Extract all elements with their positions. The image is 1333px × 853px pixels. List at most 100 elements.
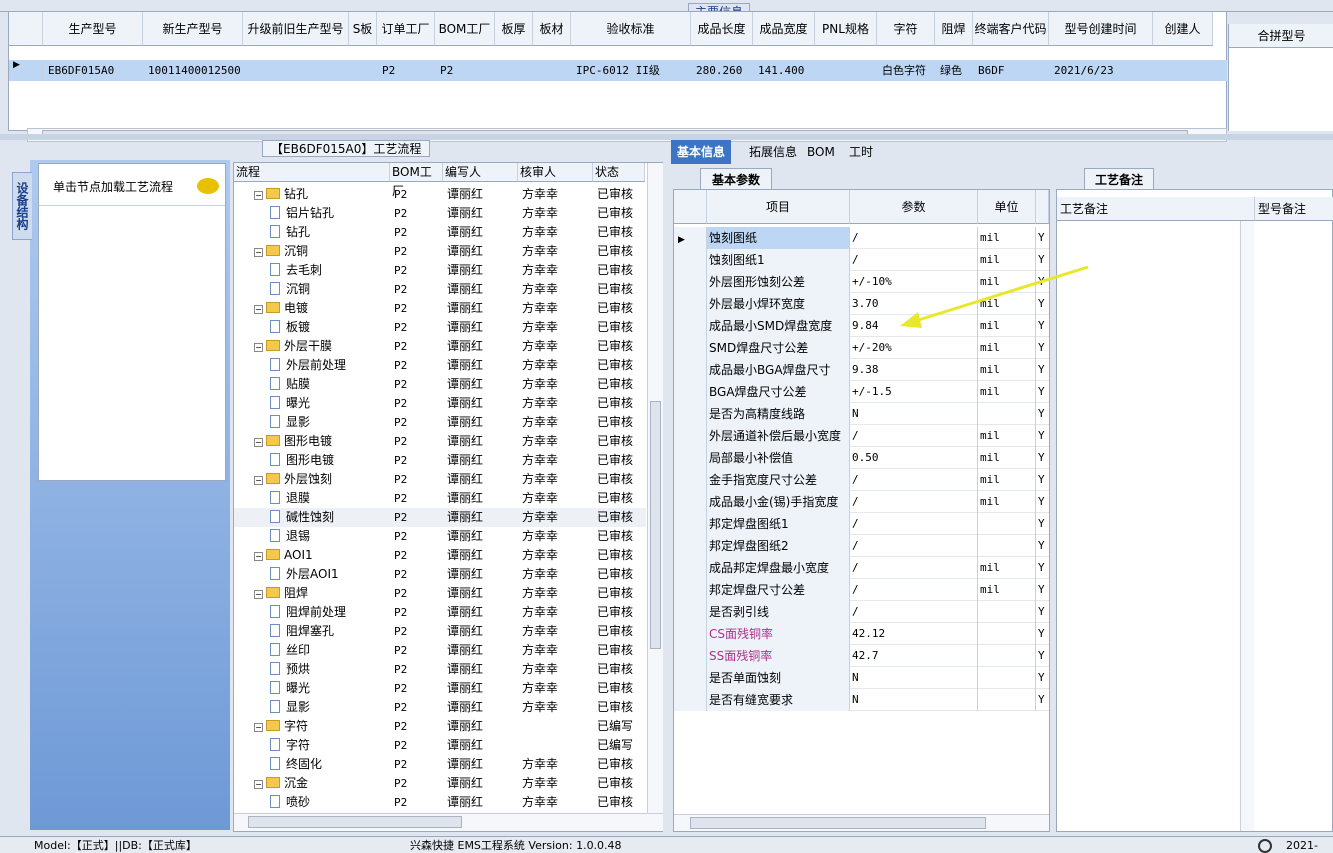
basic-param-row[interactable]: 是否有缝宽要求 N Y [674,689,1049,711]
basic-param-row[interactable]: CS面残铜率 42.12 Y [674,623,1049,645]
row-selector[interactable] [674,601,707,623]
main-info-cell[interactable]: 绿色 [937,60,973,81]
process-column-header[interactable]: BOM工厂 [390,163,443,198]
basic-param-row[interactable]: SS面残铜率 42.7 Y [674,645,1049,667]
row-selector[interactable] [674,535,707,557]
main-info-cell[interactable] [535,60,571,81]
column-header[interactable]: 成品长度 [691,12,753,46]
process-row[interactable]: 喷砂 P2 谭丽红 方幸幸 已审核 [234,793,646,812]
column-header[interactable]: 字符 [877,12,935,46]
process-row[interactable]: 去毛刺 P2 谭丽红 方幸幸 已审核 [234,261,646,280]
column-header[interactable]: 订单工厂 [377,12,435,46]
row-selector[interactable]: ▶ [674,227,707,249]
process-row[interactable]: − 外层蚀刻 P2 谭丽红 方幸幸 已审核 [234,470,646,489]
scroll-thumb[interactable] [248,816,462,828]
column-header[interactable]: 新生产型号 [143,12,243,46]
process-row[interactable]: 曝光 P2 谭丽红 方幸幸 已审核 [234,394,646,413]
process-row[interactable]: 退锡 P2 谭丽红 方幸幸 已审核 [234,527,646,546]
main-info-cell[interactable]: 2021/6/23 [1051,60,1153,81]
process-row[interactable]: 阻焊前处理 P2 谭丽红 方幸幸 已审核 [234,603,646,622]
collapse-icon[interactable]: − [254,723,263,732]
collapse-icon[interactable]: − [254,780,263,789]
basic-param-row[interactable]: 邦定焊盘图纸2/ Y [674,535,1049,557]
scroll-thumb[interactable] [650,401,661,649]
notes-vscroll[interactable] [1240,221,1254,831]
column-header[interactable]: 生产型号 [43,12,143,46]
process-column-header[interactable]: 编写人 [443,163,518,182]
row-selector[interactable] [674,557,707,579]
process-row[interactable]: − 电镀 P2 谭丽红 方幸幸 已审核 [234,299,646,318]
column-header[interactable]: PNL规格 [815,12,877,46]
scroll-thumb[interactable] [690,817,986,829]
process-row[interactable]: 外层前处理 P2 谭丽红 方幸幸 已审核 [234,356,646,375]
tab-basic-params[interactable]: 基本参数 [700,168,772,190]
process-row[interactable]: 显影 P2 谭丽红 方幸幸 已审核 [234,413,646,432]
collapse-icon[interactable]: − [254,476,263,485]
basic-param-row[interactable]: 成品最小金(锡)手指宽度 / mil Y [674,491,1049,513]
main-info-cell[interactable] [1155,60,1213,81]
main-info-cell[interactable]: EB6DF015A0 [45,60,143,81]
main-info-cell[interactable]: P2 [379,60,435,81]
basic-column-header[interactable]: 单位 [978,190,1036,224]
main-info-cell[interactable]: B6DF [975,60,1049,81]
row-selector[interactable] [674,293,707,315]
tab-info-1[interactable]: 拓展信息 [743,140,803,164]
basic-param-row[interactable]: 成品邦定焊盘最小宽度 / mil Y [674,557,1049,579]
process-column-header[interactable]: 流程 [234,163,390,182]
tab-info-2[interactable]: BOM [801,140,841,164]
row-selector[interactable] [674,425,707,447]
column-header[interactable]: 创建人 [1153,12,1213,46]
collapse-icon[interactable]: − [254,552,263,561]
process-row[interactable]: 外层AOI1 P2 谭丽红 方幸幸 已审核 [234,565,646,584]
main-info-cell[interactable] [817,60,877,81]
process-row[interactable]: 图形电镀 P2 谭丽红 方幸幸 已审核 [234,451,646,470]
process-row[interactable]: 显影 P2 谭丽红 方幸幸 已审核 [234,698,646,717]
column-header[interactable]: 阻焊 [935,12,973,46]
basic-params-hscroll[interactable] [674,814,1049,831]
basic-param-row[interactable]: SMD焊盘尺寸公差 +/-20% mil Y [674,337,1049,359]
column-header[interactable]: 升级前旧生产型号 [243,12,349,46]
column-header[interactable]: S板 [349,12,377,46]
main-info-cell[interactable] [245,60,349,81]
main-info-cell[interactable]: 白色字符 [879,60,935,81]
row-selector[interactable] [674,579,707,601]
basic-param-row[interactable]: 外层通道补偿后最小宽度 / mil Y [674,425,1049,447]
row-selector[interactable] [674,667,707,689]
basic-param-row[interactable]: BGA焊盘尺寸公差 +/-1.5 mil Y [674,381,1049,403]
basic-column-header[interactable]: 参数 [850,190,978,224]
process-row[interactable]: − 钻孔 P2 谭丽红 方幸幸 已审核 [234,185,646,204]
basic-param-row[interactable]: 成品最小BGA焊盘尺寸 9.38 mil Y [674,359,1049,381]
process-hscroll[interactable] [234,813,663,831]
row-selector[interactable] [674,491,707,513]
tab-process-notes[interactable]: 工艺备注 [1084,168,1154,190]
main-info-cell[interactable]: P2 [437,60,495,81]
row-selector[interactable] [674,249,707,271]
column-header[interactable]: 板厚 [495,12,533,46]
merge-model-header[interactable]: 合拼型号 [1229,24,1333,48]
process-row[interactable]: 曝光 P2 谭丽红 方幸幸 已审核 [234,679,646,698]
collapse-icon[interactable]: − [254,343,263,352]
row-selector[interactable] [674,469,707,491]
collapse-icon[interactable]: − [254,438,263,447]
basic-param-row[interactable]: ▶ 蚀刻图纸 / mil Y [674,227,1049,249]
process-row[interactable]: − 图形电镀 P2 谭丽红 方幸幸 已审核 [234,432,646,451]
row-selector[interactable] [674,689,707,711]
row-selector[interactable] [674,381,707,403]
basic-param-row[interactable]: 局部最小补偿值 0.50 mil Y [674,447,1049,469]
collapse-icon[interactable]: − [254,305,263,314]
basic-column-header[interactable]: 项目 [707,190,850,224]
basic-param-row[interactable]: 是否单面蚀刻 N Y [674,667,1049,689]
main-info-cell[interactable] [497,60,533,81]
main-info-cell[interactable]: 141.400 [755,60,815,81]
basic-param-row[interactable]: 金手指宽度尺寸公差 / mil Y [674,469,1049,491]
collapse-icon[interactable]: − [254,590,263,599]
row-selector[interactable] [674,645,707,667]
row-selector[interactable] [674,315,707,337]
main-info-cell[interactable] [351,60,377,81]
process-row[interactable]: 阻焊塞孔 P2 谭丽红 方幸幸 已审核 [234,622,646,641]
process-row[interactable]: − 阻焊 P2 谭丽红 方幸幸 已审核 [234,584,646,603]
process-column-header[interactable]: 状态 [593,163,645,182]
column-header[interactable]: 型号创建时间 [1049,12,1153,46]
process-row[interactable]: − AOI1 P2 谭丽红 方幸幸 已审核 [234,546,646,565]
process-row[interactable]: 铝片钻孔 P2 谭丽红 方幸幸 已审核 [234,204,646,223]
